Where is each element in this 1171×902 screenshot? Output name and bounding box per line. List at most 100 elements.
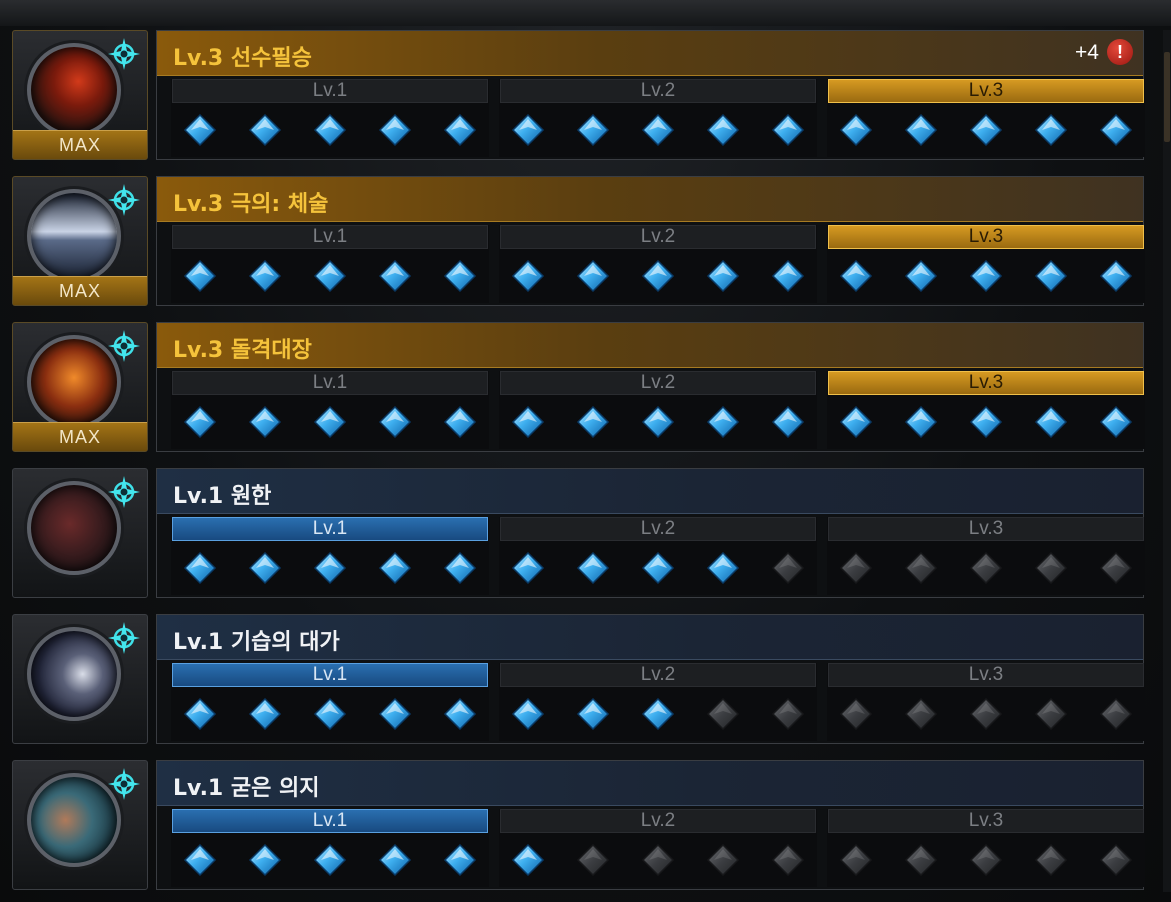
skill-portrait[interactable]: MAX	[12, 30, 148, 160]
tier-label: Lv.1	[172, 371, 488, 395]
gem-active-icon	[641, 113, 675, 147]
engraving-panel: Lv.3 돌격대장 Lv.1 Lv.2 Lv.3	[156, 322, 1145, 452]
engraving-row[interactable]: MAX Lv.3 극의: 체술 Lv.1 Lv.2 Lv.3	[12, 176, 1145, 308]
tier-label: Lv.2	[500, 663, 816, 687]
gem-active-icon	[443, 843, 477, 877]
engraving-row[interactable]: Lv.1 굳은 의지 Lv.1 Lv.2 Lv.3	[12, 760, 1145, 892]
gem-active-icon	[576, 697, 610, 731]
gem-active-icon	[706, 405, 740, 439]
gem-active-icon	[313, 551, 347, 585]
tier-label: Lv.1	[172, 517, 488, 541]
gem-empty-icon	[969, 551, 1003, 585]
tier-label: Lv.1	[172, 663, 488, 687]
bonus-count: +4	[1075, 41, 1099, 64]
scrollbar[interactable]	[1163, 30, 1171, 892]
gem-active-icon	[969, 113, 1003, 147]
engraving-title-bar: Lv.3 극의: 체술	[157, 177, 1143, 222]
gem-empty-icon	[1034, 843, 1068, 877]
skill-portrait[interactable]	[12, 468, 148, 598]
gem-active-icon	[641, 697, 675, 731]
gem-row	[511, 399, 805, 445]
skill-portrait[interactable]: MAX	[12, 322, 148, 452]
engraving-title: Lv.1 기습의 대가	[173, 630, 340, 655]
gem-active-icon	[378, 697, 412, 731]
gem-active-icon	[378, 113, 412, 147]
gem-active-icon	[771, 405, 805, 439]
gem-row	[183, 107, 477, 153]
engraving-title-bar: Lv.1 기습의 대가	[157, 615, 1143, 660]
gem-active-icon	[248, 113, 282, 147]
gem-row	[183, 545, 477, 591]
engraving-title: Lv.1 원한	[173, 484, 272, 509]
engraving-title: Lv.3 돌격대장	[173, 338, 312, 363]
gem-active-icon	[443, 405, 477, 439]
tier-1: Lv.1	[171, 79, 489, 157]
gem-active-icon	[248, 551, 282, 585]
tier-1: Lv.1	[171, 225, 489, 303]
skill-portrait[interactable]	[12, 760, 148, 890]
compass-star-icon	[108, 622, 140, 654]
gem-row	[183, 691, 477, 737]
engraving-title: Lv.3 극의: 체술	[173, 192, 329, 217]
gem-active-icon	[576, 405, 610, 439]
engraving-row[interactable]: MAX Lv.3 돌격대장 Lv.1 Lv.2 Lv.3	[12, 322, 1145, 454]
gem-active-icon	[641, 405, 675, 439]
engraving-title-bar: Lv.1 굳은 의지	[157, 761, 1143, 806]
gem-empty-icon	[904, 551, 938, 585]
tier-label: Lv.3	[828, 79, 1144, 103]
gem-active-icon	[576, 113, 610, 147]
gem-active-icon	[969, 259, 1003, 293]
max-label: MAX	[58, 281, 101, 301]
gem-empty-icon	[1034, 697, 1068, 731]
gem-row	[511, 107, 805, 153]
gem-active-icon	[706, 113, 740, 147]
max-label: MAX	[58, 427, 101, 447]
compass-star-icon	[108, 38, 140, 70]
gem-empty-icon	[969, 697, 1003, 731]
gem-active-icon	[1099, 113, 1133, 147]
engraving-row[interactable]: Lv.1 원한 Lv.1 Lv.2 Lv.3	[12, 468, 1145, 600]
alert-icon[interactable]: !	[1107, 39, 1133, 65]
gem-active-icon	[1099, 405, 1133, 439]
gem-active-icon	[248, 259, 282, 293]
engraving-row[interactable]: MAX Lv.3 선수필승 +4! Lv.1 Lv.2 Lv.3	[12, 30, 1145, 162]
gem-active-icon	[641, 551, 675, 585]
gem-active-icon	[313, 405, 347, 439]
engraving-row[interactable]: Lv.1 기습의 대가 Lv.1 Lv.2 Lv.3	[12, 614, 1145, 746]
gem-active-icon	[248, 405, 282, 439]
gem-active-icon	[511, 113, 545, 147]
tier-label: Lv.1	[172, 225, 488, 249]
engraving-panel: Lv.3 선수필승 +4! Lv.1 Lv.2 Lv.3	[156, 30, 1145, 160]
gem-active-icon	[1034, 113, 1068, 147]
gem-row	[839, 837, 1133, 883]
gem-active-icon	[904, 405, 938, 439]
gem-active-icon	[706, 551, 740, 585]
tier-2: Lv.2	[499, 663, 817, 741]
scrollbar-thumb[interactable]	[1164, 52, 1170, 142]
tier-3: Lv.3	[827, 225, 1145, 303]
skill-portrait[interactable]	[12, 614, 148, 744]
tier-1: Lv.1	[171, 663, 489, 741]
compass-star-icon	[108, 184, 140, 216]
gem-active-icon	[443, 259, 477, 293]
engraving-title: Lv.3 선수필승	[173, 46, 312, 71]
gem-active-icon	[511, 697, 545, 731]
gem-empty-icon	[1099, 843, 1133, 877]
gem-empty-icon	[904, 697, 938, 731]
gem-active-icon	[1034, 405, 1068, 439]
tier-label: Lv.3	[828, 225, 1144, 249]
gem-active-icon	[443, 697, 477, 731]
gem-active-icon	[1099, 259, 1133, 293]
tier-label: Lv.2	[500, 809, 816, 833]
tier-label: Lv.1	[172, 79, 488, 103]
gem-active-icon	[839, 113, 873, 147]
gem-active-icon	[839, 405, 873, 439]
gem-active-icon	[443, 551, 477, 585]
gem-active-icon	[183, 259, 217, 293]
tier-2: Lv.2	[499, 79, 817, 157]
gem-active-icon	[378, 551, 412, 585]
gem-row	[839, 691, 1133, 737]
engraving-title-bar: Lv.1 원한	[157, 469, 1143, 514]
gem-row	[183, 253, 477, 299]
skill-portrait[interactable]: MAX	[12, 176, 148, 306]
